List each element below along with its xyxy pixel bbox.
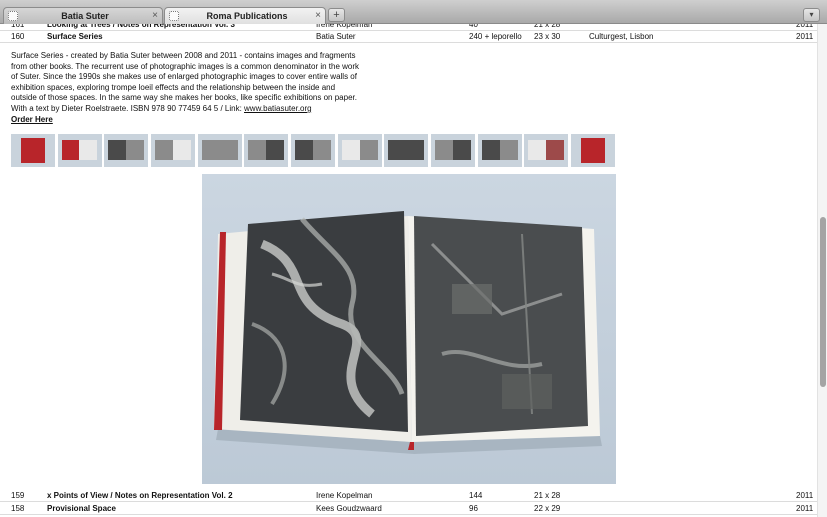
thumbnail[interactable] [524, 134, 568, 167]
item-description: Surface Series - created by Batia Suter … [11, 51, 363, 115]
thumbnail[interactable] [571, 134, 615, 167]
item-year: 2011 [796, 32, 814, 41]
main-book-photo [202, 174, 616, 484]
thumbnail[interactable] [198, 134, 242, 167]
page-favicon-icon [169, 11, 179, 21]
item-pages: 96 [469, 504, 478, 513]
thumbnail[interactable] [11, 134, 55, 167]
browser-tab-bar: Batia Suter × Roma Publications × + ▾ [0, 0, 827, 24]
book-cover-image [21, 138, 45, 163]
item-size: 22 x 29 [534, 504, 561, 513]
thumbnail[interactable] [244, 134, 288, 167]
tab-label: Roma Publications [206, 11, 288, 21]
item-title[interactable]: x Points of View / Notes on Representati… [47, 489, 233, 502]
book-cover-image [581, 138, 605, 163]
close-tab-icon[interactable]: × [152, 10, 158, 21]
item-year: 2011 [796, 504, 814, 513]
item-title[interactable]: Provisional Space [47, 502, 116, 515]
thumbnail[interactable] [478, 134, 522, 167]
thumbnail[interactable] [58, 134, 102, 167]
thumbnail[interactable] [151, 134, 195, 167]
item-size: 21 x 28 [534, 491, 561, 500]
item-author: Kees Goudzwaard [316, 504, 382, 513]
item-title[interactable]: Surface Series [47, 30, 103, 43]
tab-overflow-menu-button[interactable]: ▾ [803, 8, 820, 22]
table-row-expanded[interactable]: 160 Surface Series Batia Suter 240 + lep… [0, 30, 817, 43]
item-pages: 240 + leporello [469, 32, 522, 41]
item-year: 2011 [796, 491, 814, 500]
tab-label: Batia Suter [61, 11, 109, 21]
new-tab-button[interactable]: + [328, 8, 345, 22]
tab-batia-suter[interactable]: Batia Suter × [3, 7, 163, 24]
close-tab-icon[interactable]: × [315, 10, 321, 21]
item-size: 23 x 30 [534, 32, 561, 41]
thumbnail[interactable] [338, 134, 382, 167]
item-number: 159 [11, 491, 25, 500]
thumbnail[interactable] [291, 134, 335, 167]
table-row[interactable]: 158 Provisional Space Kees Goudzwaard 96… [0, 502, 817, 515]
thumbnail[interactable] [384, 134, 428, 167]
item-pages: 144 [469, 491, 483, 500]
page-favicon-icon [8, 11, 18, 21]
open-book-image [202, 174, 616, 484]
scrollbar-thumb[interactable] [820, 217, 826, 387]
item-publisher: Culturgest, Lisbon [589, 32, 654, 41]
table-row[interactable]: 159 x Points of View / Notes on Represen… [0, 489, 817, 502]
vertical-scrollbar[interactable] [817, 24, 827, 517]
item-number: 158 [11, 504, 25, 513]
tab-roma-publications[interactable]: Roma Publications × [164, 7, 326, 24]
item-author: Batia Suter [316, 32, 356, 41]
item-author: Irene Kopelman [316, 491, 373, 500]
thumbnail[interactable] [104, 134, 148, 167]
order-here-link[interactable]: Order Here [11, 115, 53, 124]
item-number: 160 [11, 32, 25, 41]
artist-website-link[interactable]: www.batiasuter.org [244, 104, 312, 113]
thumbnail[interactable] [431, 134, 475, 167]
